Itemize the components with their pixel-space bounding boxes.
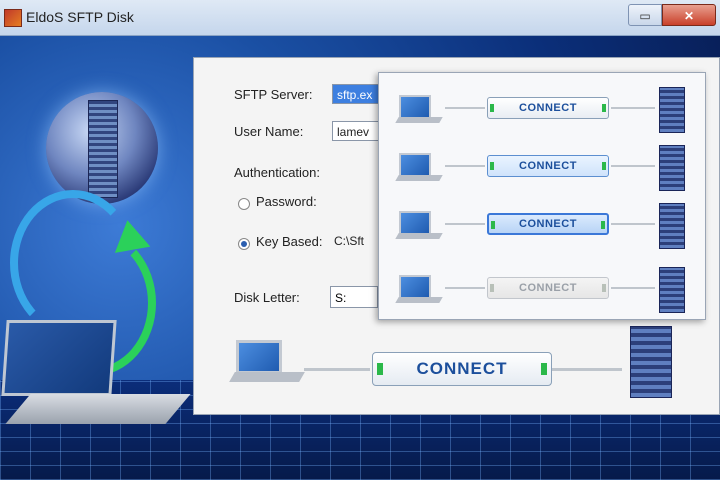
laptop-base [395, 233, 443, 239]
server-icon [659, 87, 685, 133]
server-icon [659, 203, 685, 249]
laptop-base [395, 175, 443, 181]
connection-wire [552, 368, 622, 371]
authentication-label: Authentication: [234, 165, 321, 180]
disk-letter-select[interactable]: S: [330, 286, 378, 308]
window-title: EldoS SFTP Disk [26, 9, 134, 25]
connect-row: CONNECT [379, 83, 707, 133]
connect-button-focused[interactable]: CONNECT [487, 213, 609, 235]
disk-letter-label: Disk Letter: [234, 290, 300, 305]
connection-wire [611, 107, 655, 109]
server-input[interactable]: sftp.ex [332, 84, 380, 104]
user-name-input[interactable]: lamev [332, 121, 380, 141]
password-label: Password: [256, 194, 317, 209]
laptop-base [229, 372, 305, 382]
laptop-base [5, 394, 191, 424]
server-icon [88, 100, 118, 198]
connection-wire [445, 287, 485, 289]
user-label: User Name: [234, 124, 304, 139]
laptop-icon [399, 211, 431, 235]
server-icon [630, 326, 672, 398]
connection-wire [445, 107, 485, 109]
minimize-button[interactable]: ▭ [628, 4, 662, 26]
server-icon [659, 267, 685, 313]
laptop-base [395, 117, 443, 123]
connection-wire [611, 287, 655, 289]
connection-wire [445, 165, 485, 167]
connect-button[interactable]: CONNECT [487, 97, 609, 119]
connect-button-disabled: CONNECT [487, 277, 609, 299]
connect-button-hover[interactable]: CONNECT [487, 155, 609, 177]
password-radio[interactable] [238, 198, 250, 210]
connect-states-card: CONNECT CONNECT CONNECT CONNECT [378, 72, 706, 320]
laptop-base [395, 297, 443, 303]
server-label: SFTP Server: [234, 87, 313, 102]
connection-wire [445, 223, 485, 225]
title-bar: EldoS SFTP Disk ▭ ✕ [0, 0, 720, 36]
connect-row: CONNECT [379, 141, 707, 191]
connection-wire [304, 368, 370, 371]
main-connect-button[interactable]: CONNECT [372, 352, 552, 386]
connection-wire [611, 223, 655, 225]
key-based-radio[interactable] [238, 238, 250, 250]
key-file-path[interactable]: C:\Sft [334, 234, 364, 248]
connection-wire [611, 165, 655, 167]
close-button[interactable]: ✕ [662, 4, 716, 26]
key-based-label: Key Based: [256, 234, 323, 249]
laptop-icon [236, 340, 282, 374]
server-icon [659, 145, 685, 191]
laptop-icon [1, 320, 117, 396]
app-icon [4, 9, 22, 27]
arrow-head-icon [109, 217, 151, 253]
laptop-icon [399, 153, 431, 177]
laptop-icon [399, 275, 431, 299]
connect-row: CONNECT [379, 263, 707, 313]
connect-row: CONNECT [379, 199, 707, 249]
laptop-icon [399, 95, 431, 119]
